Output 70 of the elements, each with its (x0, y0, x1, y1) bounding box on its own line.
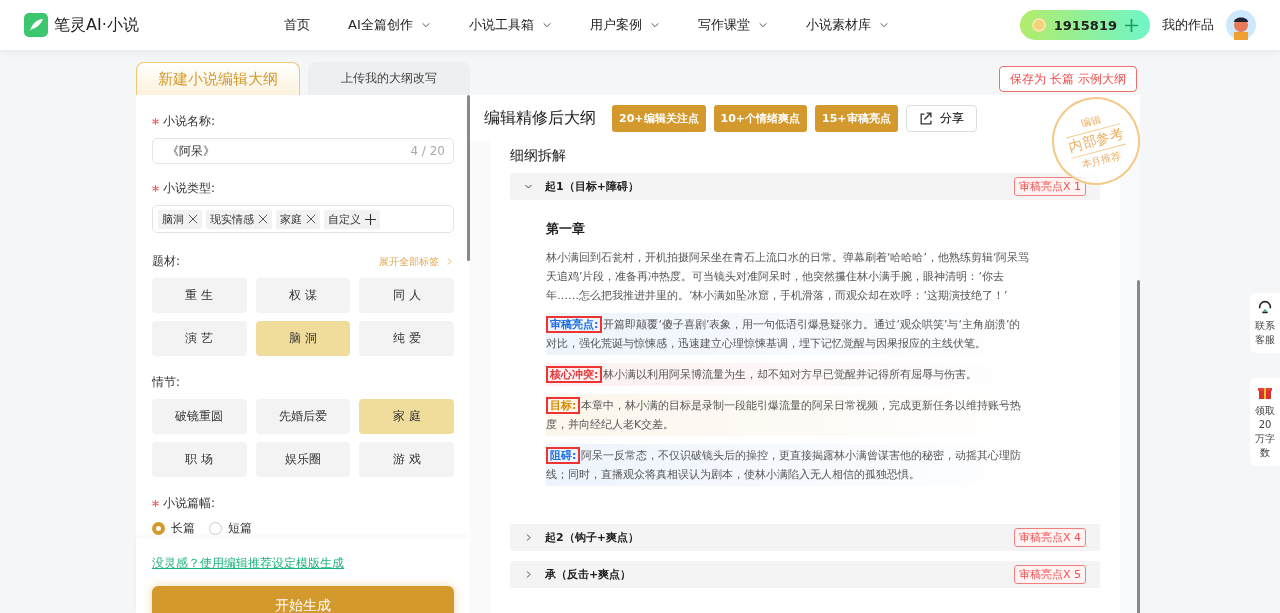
tab[interactable]: 上传我的大纲改写 (308, 62, 470, 95)
logo-text: 笔灵AI·小说 (54, 14, 139, 36)
feature-badge: 20+编辑关注点 (612, 104, 706, 132)
highlight-count-tag: 审稿亮点X 5 (1013, 565, 1086, 584)
highlight-count-tag: 审稿亮点X 4 (1013, 528, 1086, 547)
chevron-down-icon (524, 182, 533, 191)
avatar[interactable] (1226, 10, 1256, 40)
close-icon (306, 214, 316, 224)
side-widget[interactable]: 联系客服 (1250, 293, 1280, 353)
coin-icon (1031, 18, 1046, 32)
scrollbar[interactable] (467, 95, 470, 261)
outline-section-header[interactable]: 起1（目标+障碍） 审稿亮点X 1 (510, 173, 1100, 200)
type-tags-field[interactable]: 脑洞 现实情感 家庭 自定义 (152, 205, 454, 233)
plot-chip[interactable]: 职 场 (152, 442, 247, 477)
credits-button[interactable]: 1915819 (1019, 10, 1150, 40)
outline-title: 编辑精修后大纲 (484, 107, 596, 129)
chevron-right-icon (445, 257, 454, 266)
plot-chip[interactable]: 游 戏 (359, 442, 454, 477)
scrollbar[interactable] (1137, 280, 1140, 613)
required-icon (152, 185, 159, 192)
side-widget[interactable]: 领取20万字数 (1250, 378, 1280, 466)
type-tag[interactable]: 现实情感 (206, 209, 272, 229)
logo-icon (24, 13, 48, 37)
field-label: 小说类型: (163, 180, 216, 197)
outline-section-header[interactable]: 承（反击+爽点） 审稿亮点X 5 (510, 561, 1100, 588)
close-icon (258, 214, 268, 224)
outline-section-header[interactable]: 起2（钩子+爽点） 审稿亮点X 4 (510, 524, 1100, 551)
nav-item[interactable]: 用户案例 (589, 16, 660, 34)
field-label: 题材: (152, 253, 181, 270)
nav-item[interactable]: 小说素材库 (805, 16, 889, 34)
field-label: 小说名称: (163, 113, 216, 130)
field-label: 情节: (152, 374, 181, 391)
type-tag[interactable]: 家庭 (276, 209, 320, 229)
theme-chip[interactable]: 脑 洞 (255, 321, 351, 356)
save-button[interactable]: 保存为 长篇 示例大纲 (999, 66, 1137, 92)
theme-chip[interactable]: 权 谋 (255, 278, 351, 313)
close-icon (188, 214, 198, 224)
theme-chip[interactable]: 演 艺 (152, 321, 247, 356)
chevron-right-icon (524, 570, 533, 579)
chapter-title: 第一章 (546, 220, 586, 238)
required-icon (152, 500, 159, 507)
chevron-right-icon (524, 533, 533, 542)
plot-chip[interactable]: 娱乐圈 (255, 442, 351, 477)
field-label: 小说篇幅: (163, 495, 216, 512)
nav-item[interactable]: 首页 (284, 16, 310, 34)
highlight-count-tag: 审稿亮点X 1 (1013, 177, 1086, 196)
nav-item[interactable]: 写作课堂 (697, 16, 768, 34)
required-icon (152, 118, 159, 125)
feature-badge: 15+审稿亮点 (815, 104, 898, 132)
section-title: 细纲拆解 (510, 146, 566, 165)
plus-icon (1125, 18, 1138, 32)
feature-badge: 10+个情绪爽点 (713, 104, 808, 132)
name-input[interactable]: 《阿呆》 4 / 20 (152, 138, 454, 164)
length-radio[interactable]: 短篇 (209, 520, 252, 537)
share-icon (918, 111, 932, 125)
type-tag[interactable]: 脑洞 (158, 209, 202, 229)
headset-icon (1257, 299, 1273, 315)
theme-chip[interactable]: 重 生 (152, 278, 247, 313)
theme-chip[interactable]: 同 人 (359, 278, 454, 313)
my-works-link[interactable]: 我的作品 (1162, 16, 1214, 34)
share-button[interactable]: 分享 (905, 104, 977, 132)
custom-tag-button[interactable]: 自定义 (324, 209, 380, 229)
plot-chip[interactable]: 家 庭 (359, 399, 454, 434)
plot-chip[interactable]: 先婚后爱 (255, 399, 351, 434)
theme-chip[interactable]: 纯 爱 (359, 321, 454, 356)
plus-icon (365, 213, 376, 225)
chapter-summary: 林小满回到石瓮村，开机拍摄阿呆坐在青石上流口水的日常。弹幕刷着‘哈哈哈’，他熟练剪辑‘阿呆骂天追鸡’片段，准备再冲热度。可当镜头对准阿呆时，他突然攥住林小满手腕，眼神清明：‘你去年……怎么把我推进井里的。’林小满如坠冰窟，手机滑落，而观众却在欢呼：‘这期演技绝了！’ (546, 250, 1030, 304)
plot-chip[interactable]: 破镜重圆 (152, 399, 247, 434)
nav-item[interactable]: AI全篇创作 (348, 16, 431, 34)
nav-item[interactable]: 小说工具箱 (468, 16, 552, 34)
